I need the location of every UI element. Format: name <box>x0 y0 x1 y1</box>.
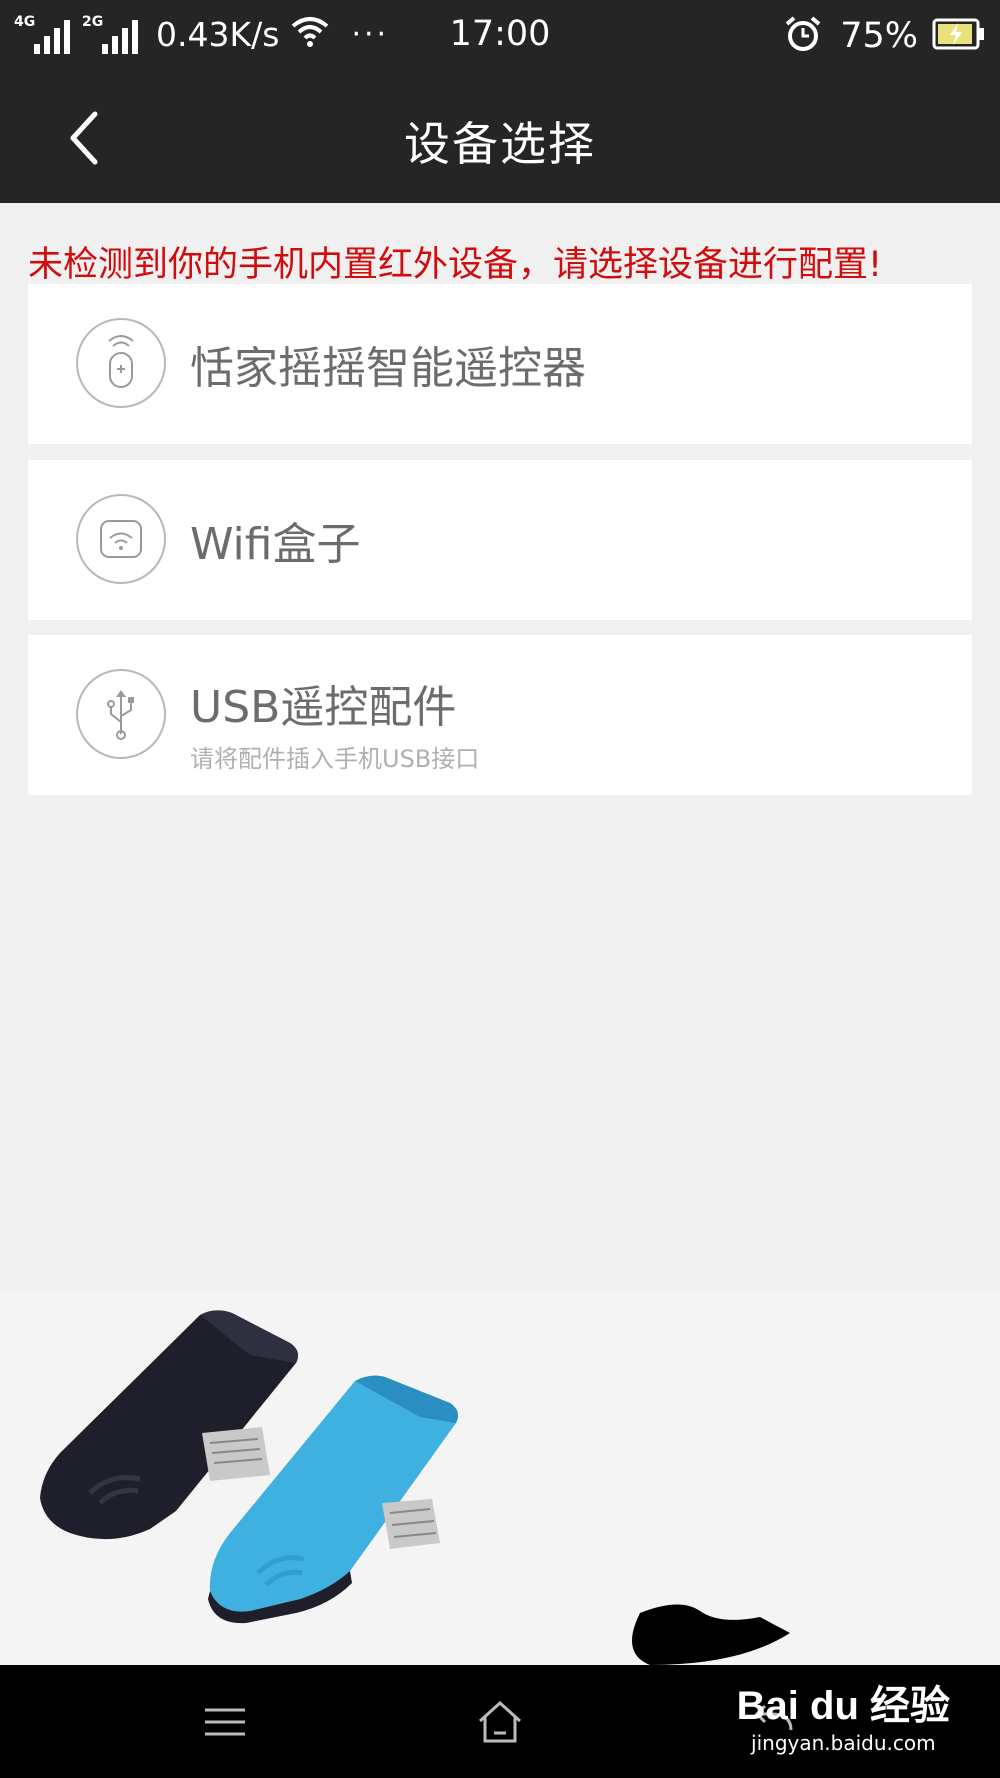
device-label: Wifi盒子 <box>190 519 361 570</box>
baidu-jingyan-watermark: Bai du 经验 jingyan.baidu.com <box>737 1673 950 1755</box>
watermark-brand: Bai du 经验 <box>736 1684 950 1728</box>
home-button[interactable] <box>465 1692 535 1752</box>
status-bar: 4G 2G 0.43K/s ··· 17:00 75% <box>0 0 1000 75</box>
wifi-box-icon <box>76 494 166 584</box>
device-option-wifi-box[interactable]: Wifi盒子 <box>28 460 972 620</box>
watermark-url: jingyan.baidu.com <box>751 1731 936 1755</box>
page-title: 设备选择 <box>404 117 596 171</box>
device-label: 恬家摇摇智能遥控器 <box>190 343 586 394</box>
menu-icon <box>205 1708 245 1736</box>
remote-icon <box>76 318 166 408</box>
warning-message: 未检测到你的手机内置红外设备，请选择设备进行配置! <box>28 245 883 285</box>
device-label: USB遥控配件 <box>190 682 457 733</box>
device-option-usb[interactable]: USB遥控配件 请将配件插入手机USB接口 <box>28 635 972 795</box>
usb-icon <box>76 669 166 759</box>
alarm-icon <box>784 15 822 57</box>
battery-charging-icon <box>932 18 986 54</box>
menu-button[interactable] <box>190 1692 260 1752</box>
home-icon <box>478 1700 522 1743</box>
title-bar: 设备选择 <box>0 75 1000 203</box>
battery-percent: 75% <box>840 16 918 56</box>
device-sublabel: 请将配件插入手机USB接口 <box>190 745 480 773</box>
product-banner <box>0 1293 1000 1665</box>
navigation-bar: Bai du 经验 jingyan.baidu.com <box>0 1665 1000 1778</box>
device-option-shake-remote[interactable]: 恬家摇摇智能遥控器 <box>28 284 972 444</box>
